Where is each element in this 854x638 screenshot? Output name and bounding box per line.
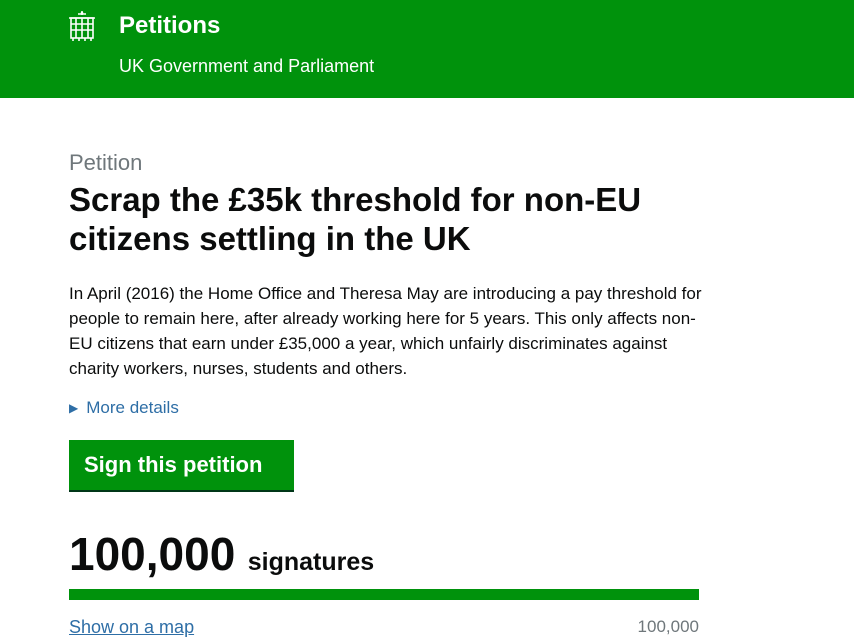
more-details-label: More details [86,398,179,417]
petition-label: Petition [69,150,143,175]
petition-summary: In April (2016) the Home Office and Ther… [69,284,702,378]
signature-progress-bar [69,589,699,600]
portcullis-icon[interactable] [68,10,96,42]
site-title[interactable]: Petitions [119,12,220,40]
signature-number: 100,000 [69,528,236,580]
sign-petition-button[interactable]: Sign this petition [69,440,294,490]
signature-count: 100,000 signatures [69,528,374,580]
petition-title: Scrap the £35k threshold for non-EU citi… [69,181,642,257]
triangle-right-icon: ▶ [69,401,79,415]
more-details-toggle[interactable]: ▶ More details [69,396,179,420]
signature-word: signatures [247,548,375,576]
signature-progress-fill [69,589,699,600]
site-header: Petitions UK Government and Parliament [0,0,854,98]
site-subtitle: UK Government and Parliament [119,56,375,76]
